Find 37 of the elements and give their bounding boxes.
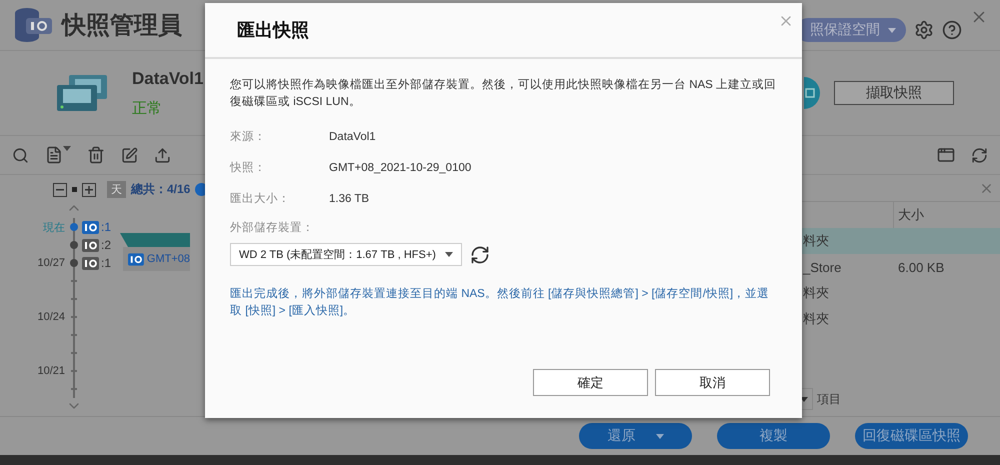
field-label: 快照：: [230, 160, 267, 175]
timeline-date: 現在: [43, 220, 66, 234]
dialog-description: 您可以將快照作為映像檔匯出至外部儲存裝置。然後，可以使用此快照映像檔在另一台 NAS 上建立或回復磁碟區或 iSCSI LUN。: [230, 77, 777, 110]
timeline-date: 10/21: [37, 365, 66, 377]
volume-status: 正常: [132, 98, 163, 118]
take-snapshot-button[interactable]: 擷取快照: [834, 81, 954, 105]
dialog-button[interactable]: 確定: [533, 369, 648, 396]
file-name: 料夾: [802, 232, 830, 250]
field-value: GMT+08_2021-10-29_0100: [329, 162, 472, 174]
dialog-title: 匯出快照: [237, 19, 309, 42]
field-value: 1.36 TB: [329, 192, 370, 204]
file-name: 料夾: [802, 310, 830, 328]
timeline-date: 10/24: [37, 311, 66, 323]
items-label: 項目: [817, 390, 841, 408]
volume-name: DataVol1: [132, 68, 204, 88]
action-button[interactable]: 回復磁碟區快照: [855, 423, 968, 449]
timeline-date: 10/27: [37, 257, 66, 269]
device-label: 外部儲存裝置：: [230, 220, 315, 235]
snapshot-card[interactable]: GMT+08: [123, 247, 190, 271]
field-label: 匯出大小：: [230, 192, 291, 206]
dialog-button[interactable]: 取消: [655, 369, 770, 396]
snapshot-count: :1: [101, 220, 112, 234]
action-button[interactable]: 還原: [579, 423, 692, 449]
dialog-note: 匯出完成後，將外部儲存裝置連接至目的端 NAS。然後前往 [儲存與快照總管] > [儲存空間/快照]，並選取 [快照] > [匯入快照]。: [230, 286, 770, 319]
device-select[interactable]: WD 2 TB (未配置空間：1.67 TB , HFS+): [230, 243, 462, 266]
snapshot-count: :2: [101, 238, 112, 252]
app-title: 快照管理員: [62, 11, 182, 41]
file-name: _Store: [802, 260, 842, 274]
snapshot-count: :1: [101, 256, 112, 270]
day-tag[interactable]: 天: [107, 181, 126, 198]
field-value: DataVol1: [329, 130, 377, 142]
snapshot-total: 總共：4/16: [131, 181, 190, 198]
field-label: 來源：: [230, 130, 267, 144]
file-name: 料夾: [802, 284, 830, 302]
snapshot-card-label: GMT+08: [146, 253, 190, 265]
file-size: 6.00 KB: [897, 260, 946, 274]
action-button[interactable]: 複製: [717, 423, 830, 449]
